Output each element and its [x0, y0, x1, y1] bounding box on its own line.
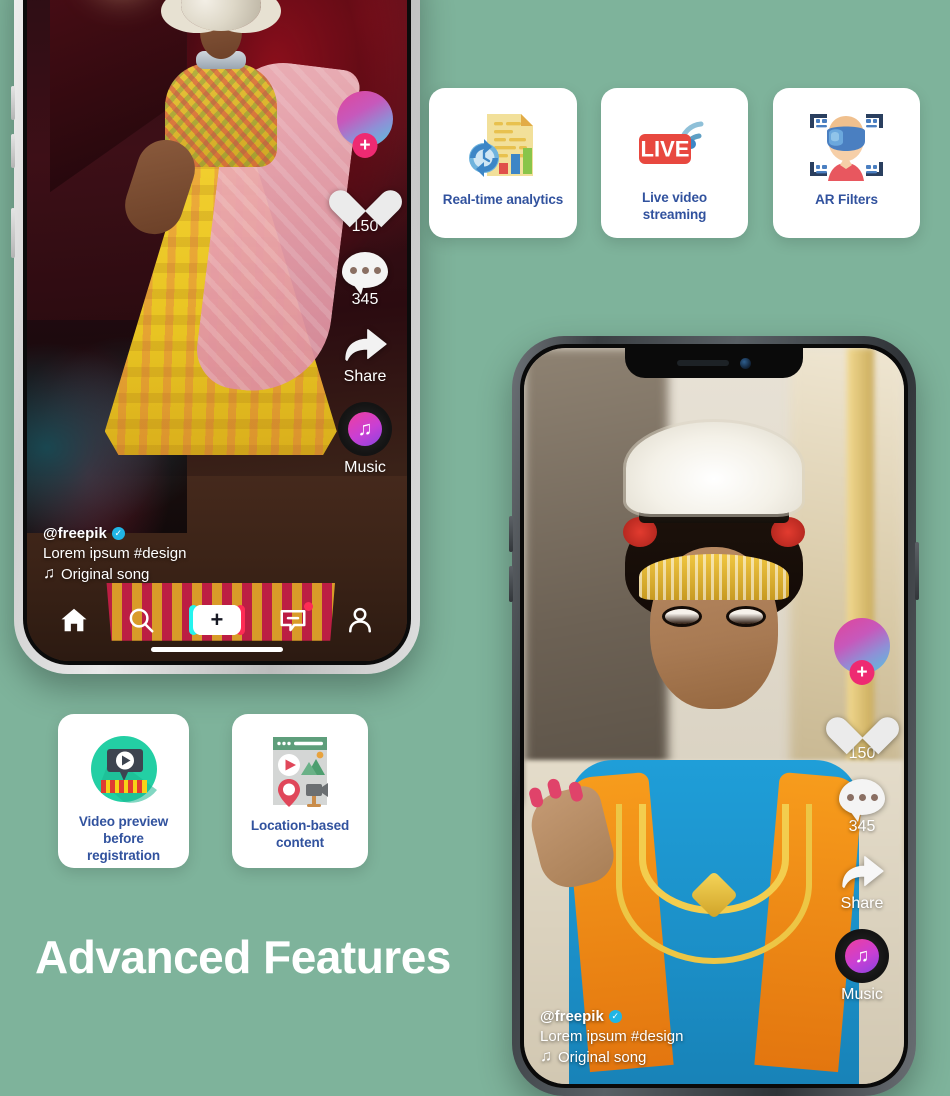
- creator-avatar-button[interactable]: +: [337, 91, 393, 158]
- page-title: Advanced Features: [35, 931, 451, 983]
- live-streaming-icon: LIVE: [633, 106, 717, 182]
- phone-bezel-right: + 150 345 Share ♫ Music @freepik ✓ Lorem…: [520, 344, 908, 1088]
- tab-discover[interactable]: [126, 605, 156, 635]
- follow-plus-icon[interactable]: +: [849, 660, 875, 685]
- feature-card-label: Location-based content: [251, 818, 349, 852]
- music-note-small-icon: ♫: [43, 565, 55, 582]
- video-caption-right: @freepik ✓ Lorem ipsum #design ♫ Origina…: [540, 1008, 683, 1066]
- phone-screen-right: + 150 345 Share ♫ Music @freepik ✓ Lorem…: [524, 348, 904, 1084]
- feature-card-label: Live video streaming: [641, 190, 708, 223]
- music-note-icon: ♫: [845, 939, 879, 973]
- inbox-icon: [280, 610, 306, 632]
- power-button[interactable]: [11, 208, 15, 258]
- action-rail-right: + 150 345 Share ♫ Music: [834, 618, 890, 1004]
- ar-face-filter-icon: [805, 106, 889, 184]
- music-button[interactable]: ♫ Music: [338, 402, 392, 477]
- feature-card-location-based-content[interactable]: Location-based content: [232, 714, 368, 868]
- person-icon: [348, 607, 371, 633]
- plus-icon: +: [192, 605, 241, 635]
- like-button[interactable]: 150: [343, 175, 387, 236]
- video-preview-icon: [82, 732, 166, 806]
- phone-bezel-left: + 150 345 Share ♫ Music @freepik ✓ Lorem…: [23, 0, 411, 665]
- creator-handle: @freepik: [540, 1008, 604, 1025]
- volume-down-button-right[interactable]: [509, 566, 513, 602]
- music-button-right[interactable]: ♫ Music: [835, 929, 889, 1004]
- phone-notch: [625, 348, 803, 378]
- feature-card-label: Video preview before registration: [68, 814, 179, 865]
- search-icon: [129, 608, 154, 633]
- volume-up-button-right[interactable]: [509, 516, 513, 552]
- feature-card-label-line1: Location-based: [250, 818, 350, 833]
- volume-down-button[interactable]: [11, 134, 15, 168]
- verified-badge-icon: ✓: [111, 527, 125, 540]
- caption-user-row[interactable]: @freepik ✓: [540, 1008, 683, 1025]
- heart-icon: [840, 702, 884, 742]
- feature-card-label: Real-time analytics: [442, 192, 564, 207]
- video-overlay-right: + 150 345 Share ♫ Music @freepik ✓ Lorem…: [524, 348, 904, 1084]
- creator-handle: @freepik: [43, 525, 107, 542]
- heart-icon: [343, 175, 387, 215]
- share-button[interactable]: Share: [342, 327, 388, 386]
- live-badge-text: LIVE: [640, 137, 689, 162]
- music-disc: ♫: [338, 402, 392, 456]
- tab-create[interactable]: +: [188, 605, 245, 635]
- earpiece-speaker-icon: [677, 360, 729, 366]
- feature-card-video-preview[interactable]: Video preview before registration: [58, 714, 189, 868]
- feature-card-live-video-streaming[interactable]: LIVE Live video streaming: [601, 88, 748, 238]
- caption-song-row[interactable]: ♫ Original song: [43, 565, 186, 583]
- caption-song-row[interactable]: ♫ Original song: [540, 1048, 683, 1066]
- home-indicator-left: [151, 647, 283, 652]
- location-content-icon: [258, 732, 342, 810]
- song-title: Original song: [61, 565, 150, 583]
- music-note-icon: ♫: [348, 412, 382, 446]
- create-video-button[interactable]: +: [188, 605, 245, 635]
- share-button-right[interactable]: Share: [839, 854, 885, 913]
- volume-up-button[interactable]: [11, 86, 15, 120]
- comment-bubble-icon: [342, 252, 388, 295]
- tab-profile[interactable]: [345, 605, 375, 635]
- music-note-small-icon: ♫: [540, 1048, 552, 1065]
- comment-bubble-icon: [839, 779, 885, 822]
- comment-button[interactable]: 345: [342, 252, 388, 309]
- creator-avatar-button-right[interactable]: +: [834, 618, 890, 685]
- tab-home[interactable]: [59, 605, 89, 635]
- phone-mockup-right: + 150 345 Share ♫ Music @freepik ✓ Lorem…: [509, 336, 919, 1096]
- feature-card-label-line2: content: [275, 834, 325, 850]
- action-rail-left: + 150 345 Share ♫ Music: [337, 91, 393, 477]
- feature-card-label-line1: Video preview: [78, 814, 169, 829]
- poster-canvas: + 150 345 Share ♫ Music @freepik ✓ Lorem…: [0, 0, 950, 1096]
- phone-mockup-left: + 150 345 Share ♫ Music @freepik ✓ Lorem…: [11, 0, 420, 674]
- caption-text: Lorem ipsum #design: [43, 545, 187, 562]
- document-analytics-icon: [461, 106, 545, 184]
- music-disc: ♫: [835, 929, 889, 983]
- feature-card-label-line2: before registration: [86, 830, 161, 863]
- feature-card-label: AR Filters: [815, 192, 878, 207]
- share-label: Share: [840, 895, 884, 912]
- video-caption-left: @freepik ✓ Lorem ipsum #design ♫ Origina…: [43, 525, 186, 583]
- inbox-notification-badge: [303, 602, 313, 611]
- caption-text: Lorem ipsum #design: [540, 1028, 684, 1045]
- verified-badge-icon: ✓: [608, 1010, 622, 1023]
- share-arrow-icon: [842, 856, 884, 888]
- music-label: Music: [344, 459, 386, 476]
- share-arrow-icon: [345, 329, 387, 361]
- home-icon: [61, 608, 87, 632]
- comment-button-right[interactable]: 345: [839, 779, 885, 836]
- feature-card-real-time-analytics[interactable]: Real-time analytics: [429, 88, 577, 238]
- follow-plus-icon[interactable]: +: [352, 133, 378, 158]
- feature-card-ar-filters[interactable]: AR Filters: [773, 88, 920, 238]
- music-label: Music: [841, 986, 883, 1003]
- front-camera-icon: [740, 357, 751, 369]
- power-button-right[interactable]: [915, 542, 919, 600]
- phone-screen-left: + 150 345 Share ♫ Music @freepik ✓ Lorem…: [27, 0, 407, 661]
- video-overlay-left: + 150 345 Share ♫ Music @freepik ✓ Lorem…: [27, 0, 407, 661]
- bottom-tabbar-left: +: [27, 602, 407, 635]
- like-button-right[interactable]: 150: [840, 702, 884, 763]
- song-title: Original song: [558, 1048, 647, 1066]
- caption-user-row[interactable]: @freepik ✓: [43, 525, 186, 542]
- tab-inbox[interactable]: [278, 602, 313, 635]
- share-label: Share: [343, 368, 387, 385]
